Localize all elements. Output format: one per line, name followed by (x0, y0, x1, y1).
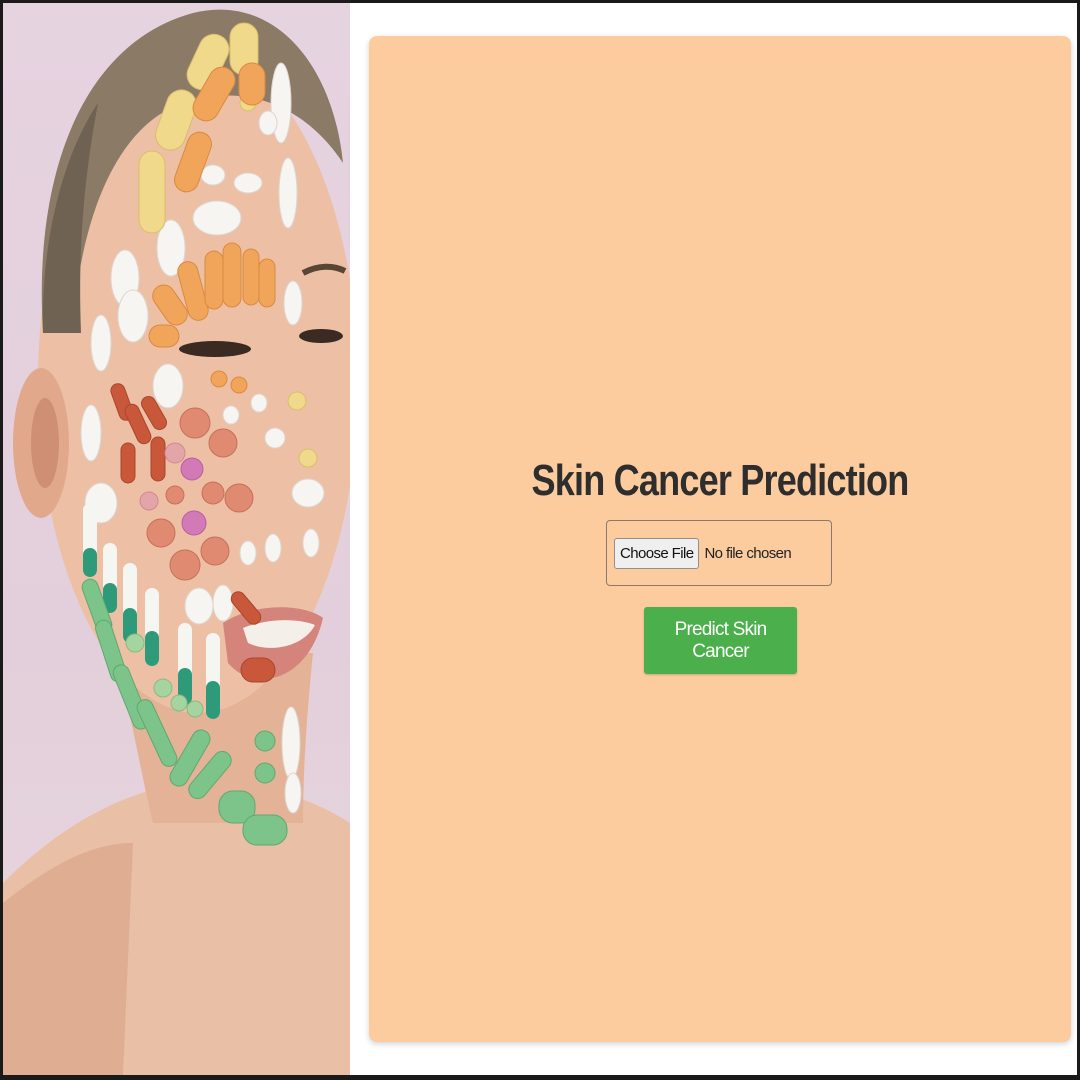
file-status-text: No file chosen (704, 544, 792, 562)
page: Skin Cancer Prediction Choose File No fi… (3, 3, 1077, 1075)
file-input[interactable]: Choose File No file chosen (606, 520, 832, 586)
choose-file-button[interactable]: Choose File (614, 537, 700, 569)
portrait-with-pills-illustration (3, 9, 350, 1075)
page-title: Skin Cancer Prediction (531, 456, 910, 505)
prediction-card: Skin Cancer Prediction Choose File No fi… (369, 36, 1071, 1042)
predict-button[interactable]: Predict Skin Cancer (644, 607, 797, 674)
hero-image (3, 3, 350, 1075)
